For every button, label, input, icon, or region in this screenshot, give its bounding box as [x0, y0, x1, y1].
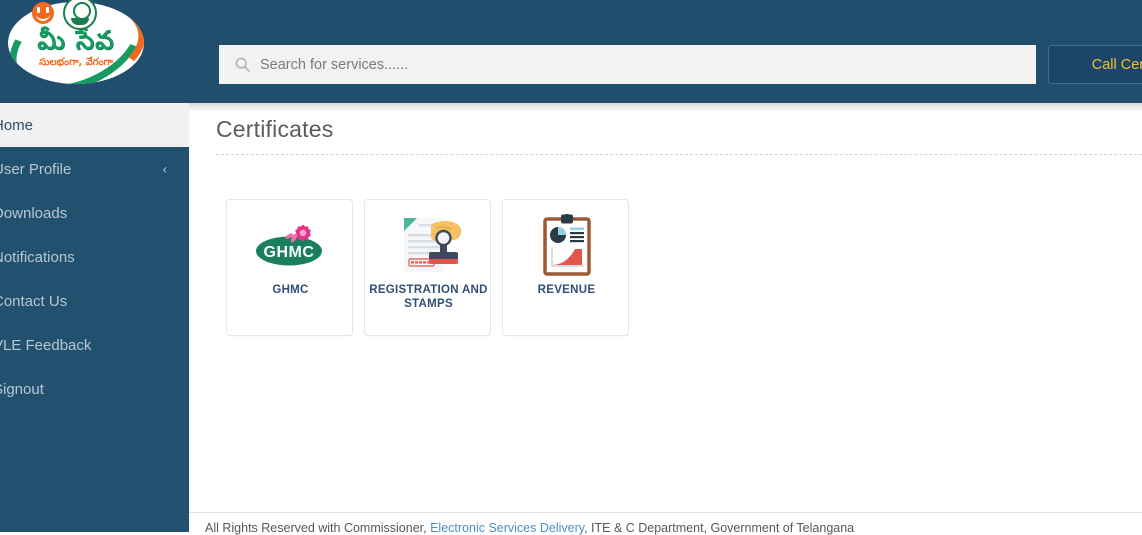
search-icon: [235, 57, 250, 72]
sidebar-item-label: Downloads: [0, 204, 68, 222]
footer-copyright: All Rights Reserved with Commissioner, E…: [205, 521, 854, 535]
page-title: Certificates: [216, 116, 334, 142]
service-card-label: REVENUE: [537, 284, 596, 296]
footer-divider: [189, 512, 1142, 513]
electronic-services-delivery-link[interactable]: Electronic Services Delivery: [430, 521, 584, 535]
sidebar-item-downloads[interactable]: Downloads: [0, 191, 189, 235]
sidebar-item-label: User Profile: [0, 160, 72, 178]
service-card-revenue[interactable]: REVENUE: [502, 199, 629, 336]
sidebar-item-vle-feedback[interactable]: VLE Feedback: [0, 323, 189, 367]
sidebar-item-contact-us[interactable]: Contact Us: [0, 279, 189, 323]
mee-seva-logo[interactable]: మీ సేవ సులభంగా, వేగంగా: [4, 0, 148, 90]
search-input[interactable]: [260, 45, 1036, 84]
search-bar[interactable]: [219, 45, 1036, 84]
sidebar-item-label: Contact Us: [0, 292, 68, 310]
sidebar-item-user-profile[interactable]: User Profile ‹: [0, 147, 189, 191]
sidebar-item-label: VLE Feedback: [0, 336, 92, 354]
clipboard-chart-icon: [503, 208, 630, 282]
service-card-label: GHMC: [272, 284, 309, 296]
footer-text-before: All Rights Reserved with Commissioner,: [205, 521, 427, 535]
sidebar-nav: Home User Profile ‹ Downloads Notificati…: [0, 103, 189, 532]
title-divider: [216, 154, 1142, 155]
sidebar-item-label: Signout: [0, 380, 44, 398]
logo-sub-text: సులభంగా, వేగంగా: [39, 57, 113, 68]
content-top-shadow: [189, 103, 1142, 112]
sidebar-item-label: Notifications: [0, 248, 75, 266]
service-card-grid: GHMC GHMC REGISTRATION AND STAMPS REVENU…: [226, 199, 629, 336]
stamp-document-icon: [365, 208, 492, 282]
ghmc-logo-icon: GHMC: [227, 208, 354, 282]
logo-main-text: మీ సేవ: [37, 26, 115, 56]
main-content: Certificates GHMC GHMC REGISTRATION AND …: [189, 103, 1142, 532]
sidebar-item-notifications[interactable]: Notifications: [0, 235, 189, 279]
service-card-registration-and-stamps[interactable]: REGISTRATION AND STAMPS: [364, 199, 491, 336]
footer-text-after: , ITE & C Department, Government of Tela…: [584, 521, 855, 535]
app-header: మీ సేవ సులభంగా, వేగంగా Call Center: [0, 0, 1142, 103]
sidebar-item-home[interactable]: Home: [0, 103, 189, 147]
service-card-label: REGISTRATION AND STAMPS: [369, 284, 488, 311]
chevron-left-icon: ‹: [162, 161, 167, 177]
smiley-face-icon: [32, 2, 54, 24]
service-card-ghmc[interactable]: GHMC GHMC: [226, 199, 353, 336]
call-center-button[interactable]: Call Center: [1048, 45, 1142, 84]
sidebar-item-signout[interactable]: Signout: [0, 367, 189, 411]
sidebar-item-label: Home: [0, 116, 34, 134]
svg-text:GHMC: GHMC: [263, 244, 314, 261]
